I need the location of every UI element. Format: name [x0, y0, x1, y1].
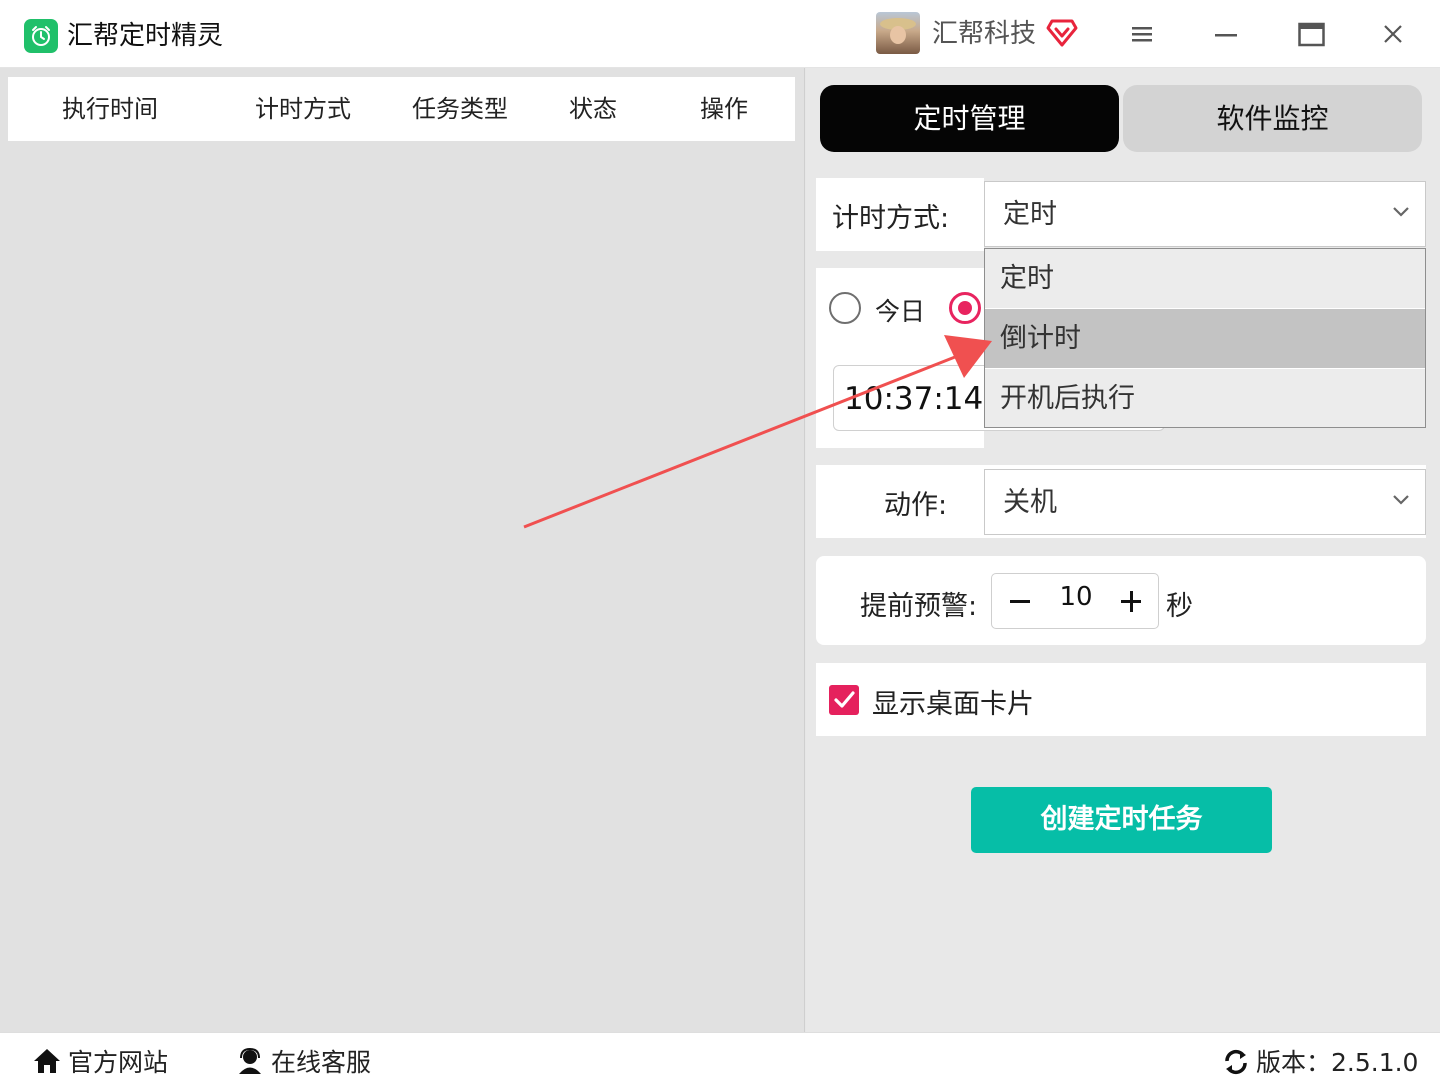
create-task-button[interactable]: 创建定时任务 — [971, 787, 1272, 853]
radio-other-date[interactable] — [949, 292, 981, 324]
timing-mode-label: 计时方式: — [832, 203, 950, 234]
desktop-card-row: 显示桌面卡片 — [816, 663, 1426, 736]
column-header-actions: 操作 — [700, 95, 748, 123]
chevron-down-icon — [1393, 207, 1409, 217]
column-header-timing-mode: 计时方式 — [255, 95, 351, 123]
user-avatar[interactable] — [876, 12, 920, 54]
timing-mode-dropdown: 定时 倒计时 开机后执行 — [984, 248, 1426, 428]
footer-bar: 官方网站 在线客服 版本：2.5.1.0 — [0, 1032, 1440, 1088]
app-title: 汇帮定时精灵 — [67, 21, 224, 51]
company-name[interactable]: 汇帮科技 — [932, 16, 1036, 52]
timing-mode-row: 计时方式: — [816, 178, 984, 251]
official-website-link[interactable]: 官方网站 — [32, 1043, 172, 1079]
app-logo-icon — [24, 19, 58, 53]
action-value: 关机 — [1003, 487, 1057, 518]
online-support-link[interactable]: 在线客服 — [235, 1043, 385, 1079]
radio-today-label: 今日 — [875, 297, 926, 326]
dropdown-option-countdown[interactable]: 倒计时 — [985, 309, 1425, 369]
desktop-card-checkbox[interactable] — [829, 685, 859, 715]
version-label: 版本：2.5.1.0 — [1256, 1048, 1419, 1077]
task-table-header: 执行时间 计时方式 任务类型 状态 操作 — [8, 77, 795, 141]
support-agent-icon — [239, 1047, 261, 1074]
action-label: 动作: — [884, 490, 948, 521]
vip-diamond-icon[interactable] — [1046, 18, 1078, 48]
tab-software-monitor[interactable]: 软件监控 — [1123, 85, 1422, 152]
warning-stepper: 10 — [991, 573, 1159, 629]
radio-today[interactable] — [829, 292, 861, 324]
refresh-icon — [1225, 1049, 1247, 1075]
timing-mode-select[interactable]: 定时 — [984, 181, 1426, 247]
title-bar: 汇帮定时精灵 汇帮科技 — [0, 0, 1440, 68]
online-support-label: 在线客服 — [271, 1048, 372, 1077]
task-list-panel: 执行时间 计时方式 任务类型 状态 操作 — [0, 68, 805, 1032]
menu-icon[interactable] — [1122, 14, 1162, 54]
column-header-exec-time: 执行时间 — [62, 95, 158, 123]
official-website-label: 官方网站 — [68, 1048, 169, 1077]
warning-unit: 秒 — [1166, 591, 1193, 622]
tab-schedule-management[interactable]: 定时管理 — [820, 85, 1119, 152]
column-header-task-type: 任务类型 — [412, 95, 508, 123]
dropdown-option-after-boot[interactable]: 开机后执行 — [985, 369, 1425, 429]
warning-label: 提前预警: — [860, 591, 978, 622]
chevron-down-icon — [1393, 495, 1409, 505]
maximize-icon[interactable] — [1290, 14, 1330, 54]
close-icon[interactable] — [1373, 14, 1413, 54]
dropdown-option-scheduled[interactable]: 定时 — [985, 249, 1425, 309]
increment-button[interactable] — [1112, 578, 1152, 624]
action-select[interactable]: 关机 — [984, 469, 1426, 535]
column-header-status: 状态 — [569, 95, 617, 123]
minimize-icon[interactable] — [1206, 14, 1246, 54]
timing-mode-value: 定时 — [1003, 199, 1057, 230]
home-icon — [34, 1049, 60, 1073]
desktop-card-label: 显示桌面卡片 — [872, 689, 1034, 720]
